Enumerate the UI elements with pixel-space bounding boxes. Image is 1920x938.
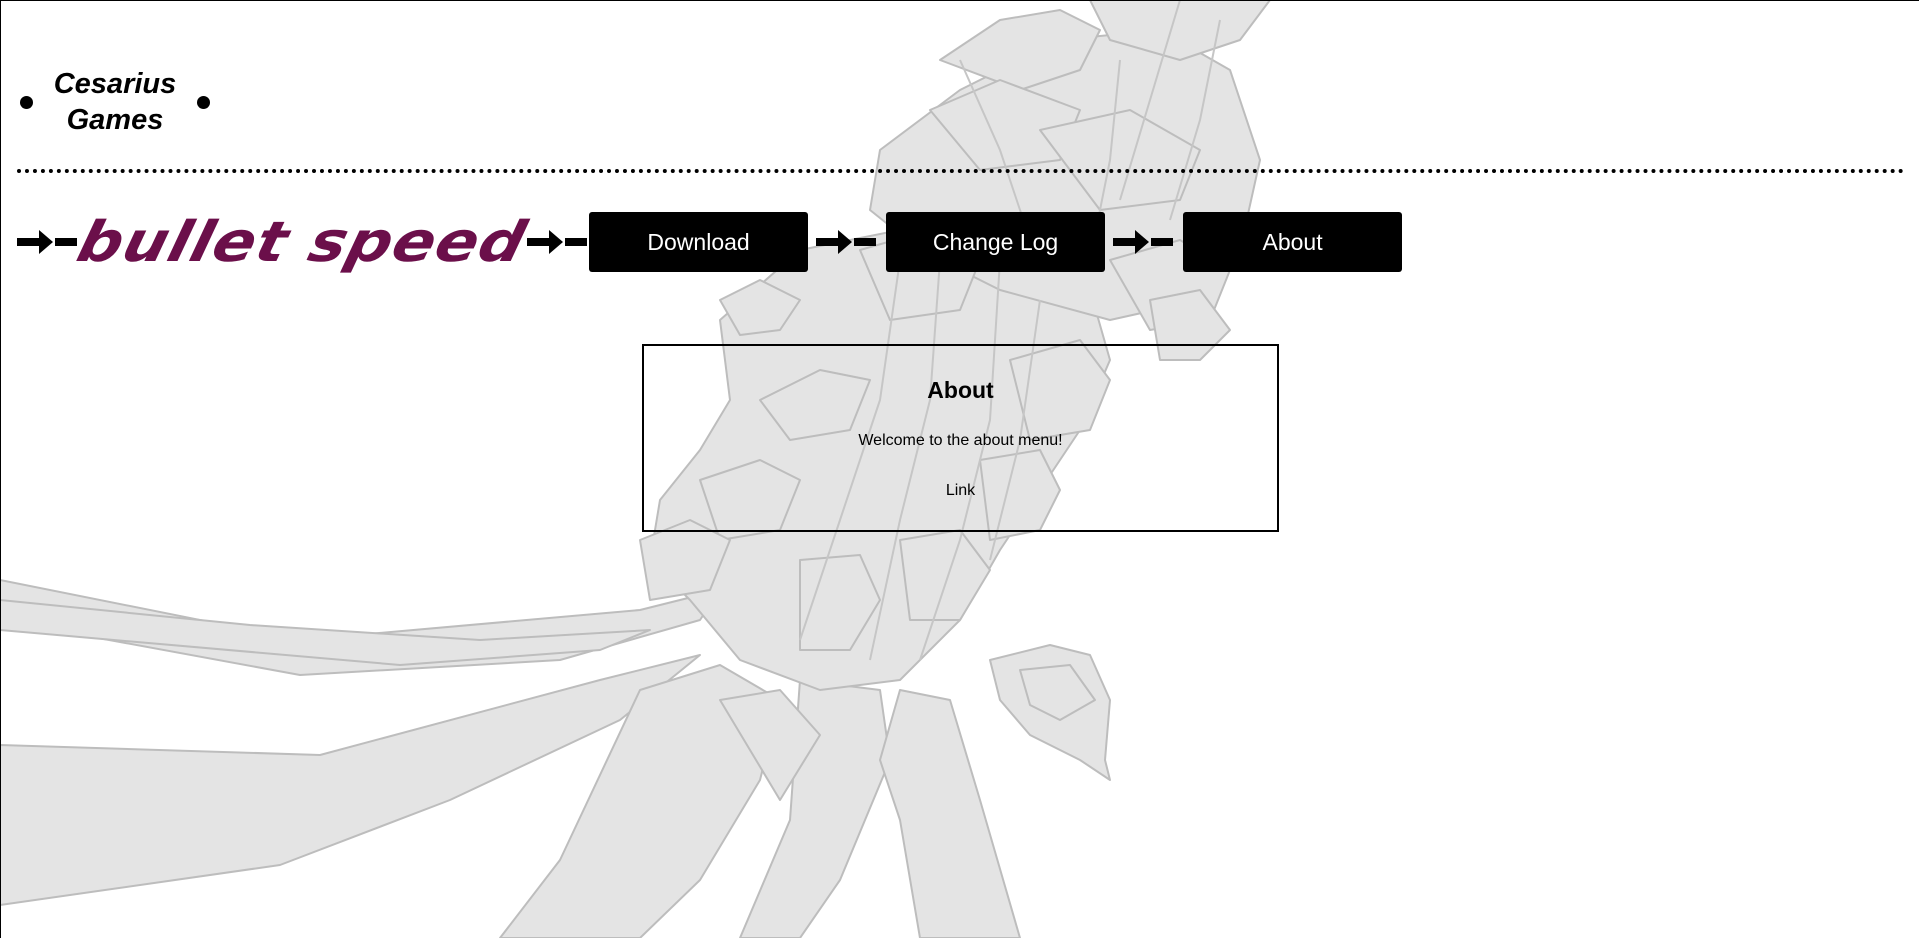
download-button[interactable]: Download bbox=[589, 212, 809, 272]
about-panel: About Welcome to the about menu! Link bbox=[642, 344, 1279, 532]
brand[interactable]: Cesarius Games bbox=[20, 66, 210, 138]
panel-welcome-text: Welcome to the about menu! bbox=[858, 432, 1063, 449]
change-log-button[interactable]: Change Log bbox=[886, 212, 1106, 272]
panel-link[interactable]: Link bbox=[946, 481, 975, 501]
nav-arrow bbox=[1105, 222, 1183, 262]
game-logo[interactable]: bullet speed bbox=[71, 209, 533, 275]
main-nav: bullet speed Download Change Log About bbox=[17, 209, 1403, 275]
arrow-right-icon bbox=[1113, 230, 1174, 254]
panel-title: About bbox=[927, 377, 994, 403]
brand-line-2: Games bbox=[66, 104, 164, 136]
bullet-dot-icon bbox=[197, 95, 210, 109]
brand-line-1: Cesarius bbox=[53, 68, 177, 100]
arrow-right-icon bbox=[816, 230, 877, 254]
nav-arrow bbox=[808, 222, 886, 262]
dotted-divider bbox=[17, 169, 1905, 173]
bullet-dot-icon bbox=[20, 95, 33, 109]
about-button[interactable]: About bbox=[1183, 212, 1403, 272]
arrow-right-icon bbox=[527, 230, 588, 254]
brand-title[interactable]: Cesarius Games bbox=[45, 66, 185, 138]
arrow-right-icon bbox=[17, 230, 77, 254]
